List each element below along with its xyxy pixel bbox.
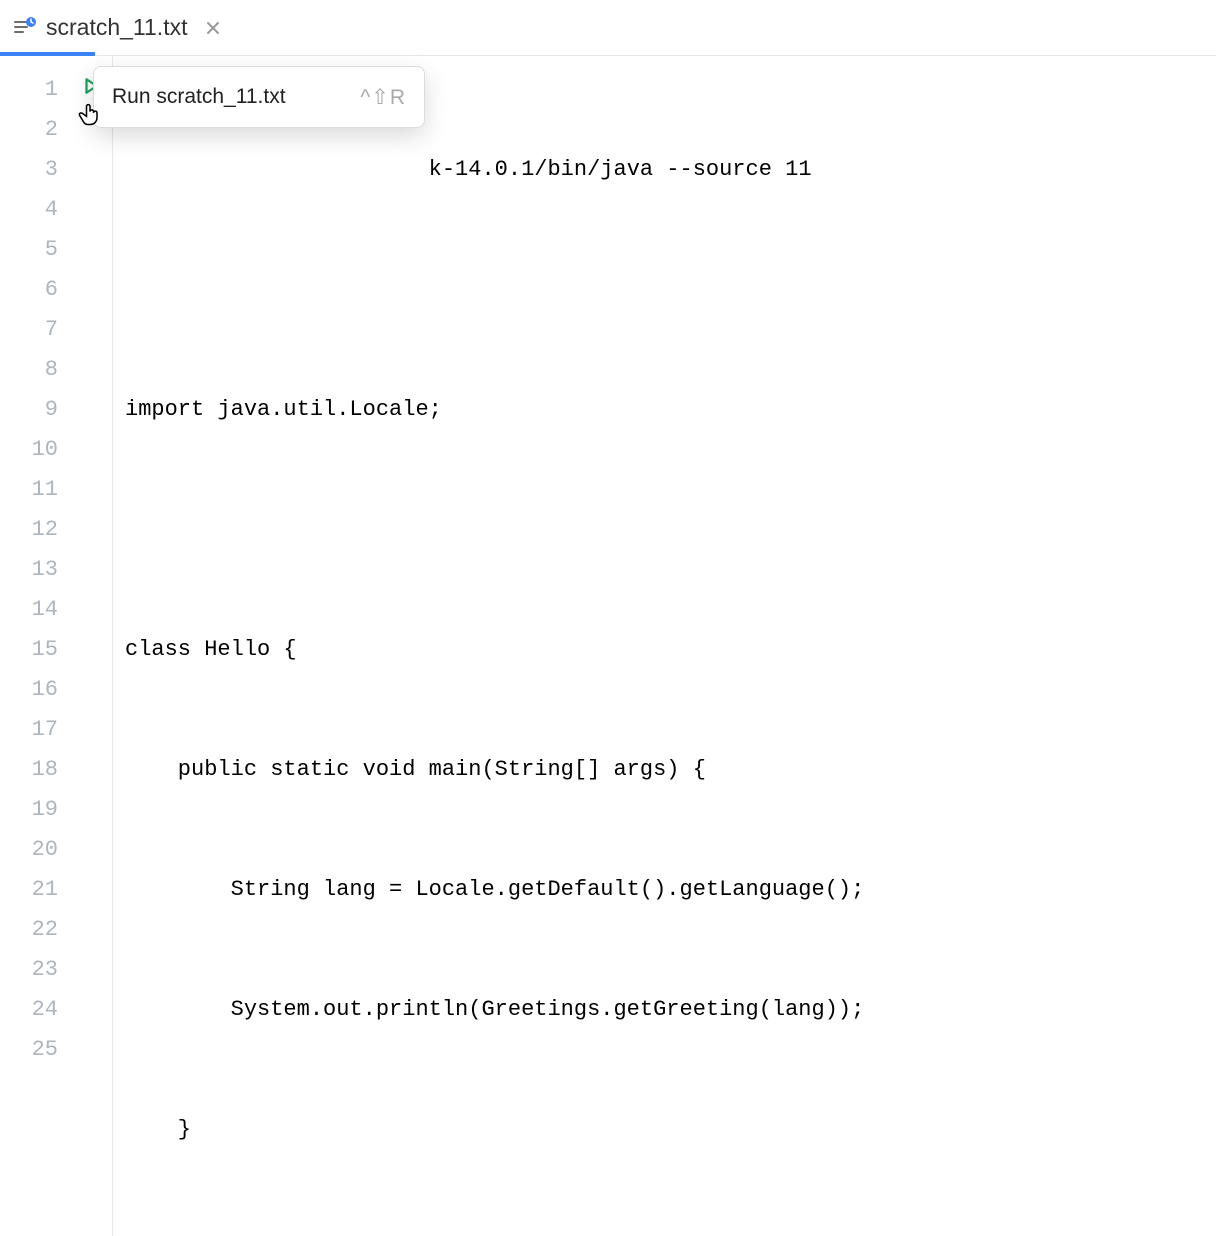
line-number: 8	[0, 350, 58, 390]
code-text: public static void main(String[] args) {	[125, 750, 1216, 790]
line-number: 2	[0, 110, 58, 150]
tab-bar: scratch_11.txt	[0, 0, 1216, 56]
line-number: 1	[0, 70, 58, 110]
code-text	[125, 510, 1216, 550]
line-number: 21	[0, 870, 58, 910]
line-gutter: 1 2 3 4 5 6 7 8 9 10 11 12 13 14 15 16 1…	[0, 56, 70, 1236]
code-text: System.out.println(Greetings.getGreeting…	[125, 990, 1216, 1030]
run-gutter	[70, 56, 112, 1236]
line-number: 18	[0, 750, 58, 790]
line-number: 16	[0, 670, 58, 710]
line-number: 11	[0, 470, 58, 510]
close-icon[interactable]	[205, 20, 221, 36]
code-text: import java.util.Locale;	[125, 390, 1216, 430]
line-number: 4	[0, 190, 58, 230]
line-number: 5	[0, 230, 58, 270]
run-context-menu[interactable]: Run scratch_11.txt ^⇧R	[93, 66, 425, 128]
line-number: 14	[0, 590, 58, 630]
line-number: 13	[0, 550, 58, 590]
line-number: 15	[0, 630, 58, 670]
tab-title[interactable]: scratch_11.txt	[46, 14, 187, 41]
run-menu-item-shortcut: ^⇧R	[360, 85, 406, 110]
scratch-file-icon	[12, 16, 36, 40]
line-number: 20	[0, 830, 58, 870]
line-number: 7	[0, 310, 58, 350]
run-menu-item-label[interactable]: Run scratch_11.txt	[112, 85, 360, 109]
line-number: 25	[0, 1030, 58, 1070]
line-number: 19	[0, 790, 58, 830]
line-number: 3	[0, 150, 58, 190]
code-area[interactable]: _______________________k-14.0.1/bin/java…	[112, 56, 1216, 1236]
code-editor[interactable]: 1 2 3 4 5 6 7 8 9 10 11 12 13 14 15 16 1…	[0, 56, 1216, 1236]
code-text: }	[125, 1110, 1216, 1150]
line-number: 9	[0, 390, 58, 430]
line-number: 24	[0, 990, 58, 1030]
code-text	[125, 270, 1216, 310]
line-number: 23	[0, 950, 58, 990]
line-number: 22	[0, 910, 58, 950]
code-text: }	[125, 1230, 1216, 1236]
code-text: class Hello {	[125, 630, 1216, 670]
line-number: 6	[0, 270, 58, 310]
code-text: String lang = Locale.getDefault().getLan…	[125, 870, 1216, 910]
line-number: 17	[0, 710, 58, 750]
line-number: 12	[0, 510, 58, 550]
code-text: k-14.0.1/bin/java --source 11	[429, 157, 812, 182]
line-number: 10	[0, 430, 58, 470]
